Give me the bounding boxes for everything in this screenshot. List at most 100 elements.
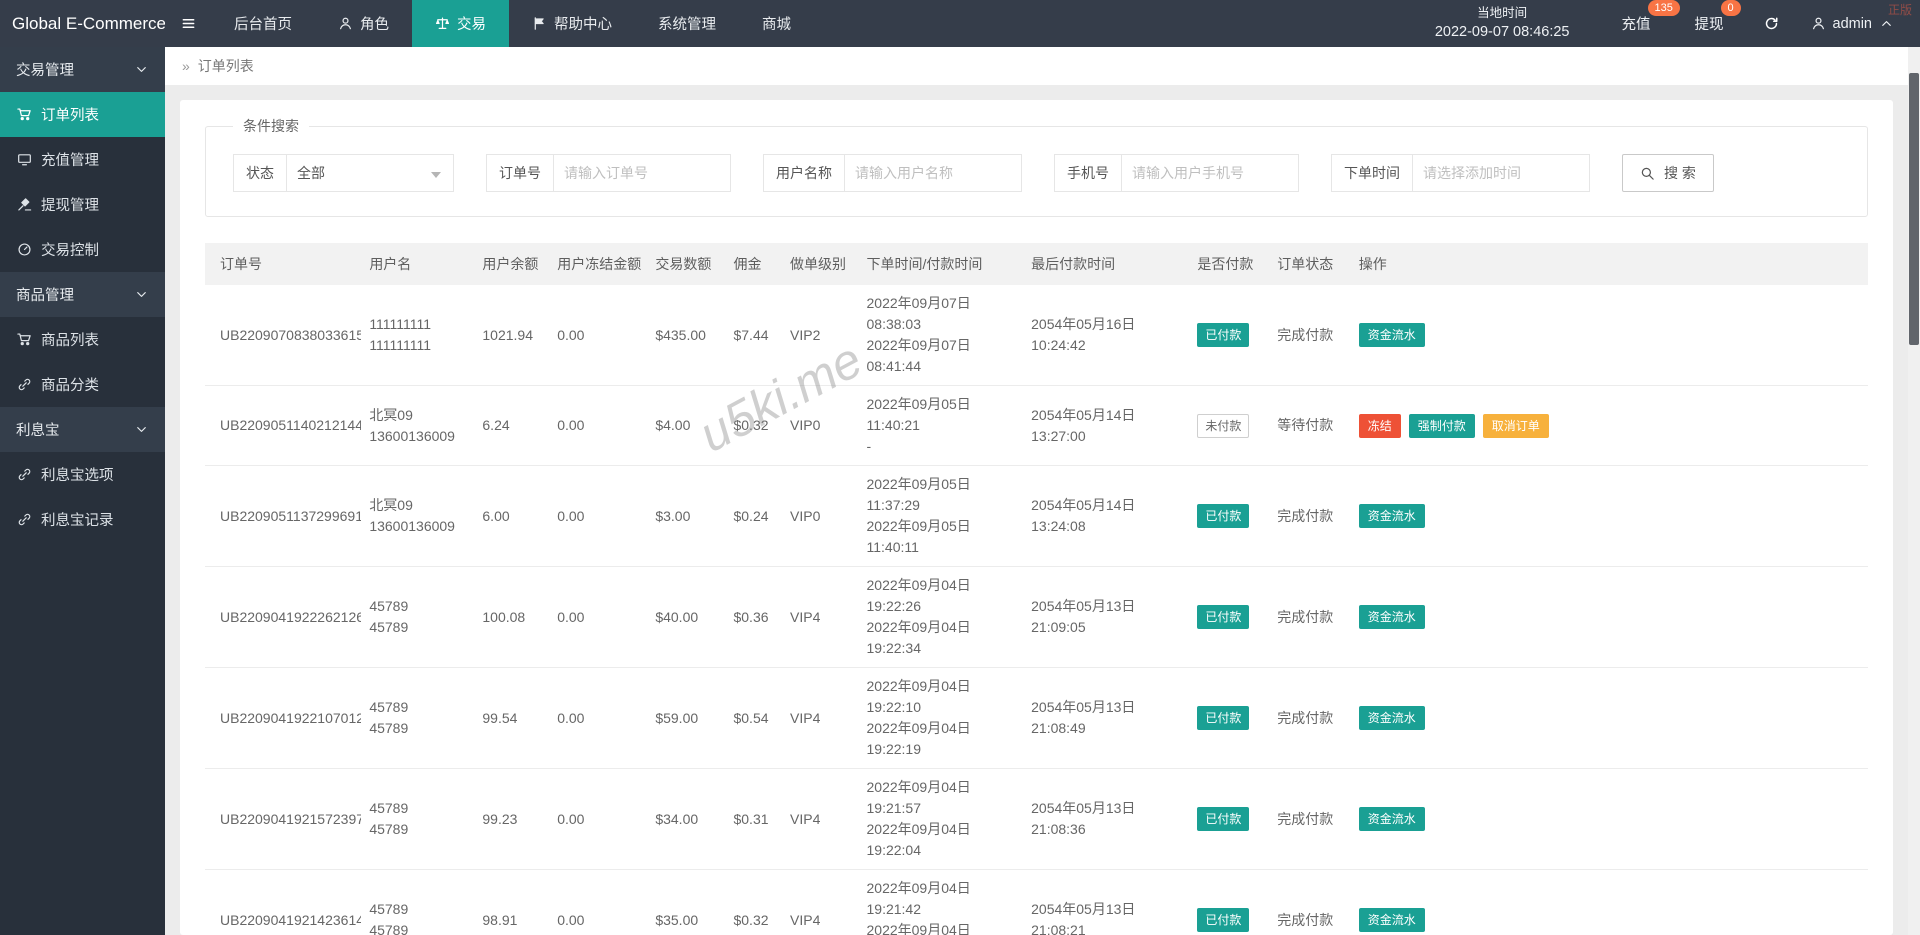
sidebar-toggle[interactable] [165,0,211,47]
status-label: 状态 [233,154,287,192]
gavel-icon [17,197,32,212]
sidebar-item-label: 商品分类 [41,378,99,394]
cell-order-no: UB2209041922262126 [205,566,362,668]
nav-item-label: 角色 [360,17,389,33]
sidebar-item-1-0[interactable]: 商品列表 [0,317,165,362]
cell-last-pay-time: 2054年05月13日 21:08:21 [1023,869,1190,935]
search-field-input[interactable] [1412,154,1590,192]
scrollbar-thumb[interactable] [1909,73,1919,345]
action-button[interactable]: 资金流水 [1358,504,1425,528]
cell-times: 2022年09月04日 19:22:26 2022年09月04日 19:22:34 [858,566,1024,668]
page-title: 订单列表 [197,58,254,74]
quick-action-label: 充值 [1621,17,1651,33]
status-select[interactable]: 全部 [286,154,454,192]
cell-frozen: 0.00 [549,869,648,935]
nav-item-label: 系统管理 [658,17,716,33]
table-row: UB2209041922262126 45789 45789 100.08 0.00 $4… [205,566,1868,668]
search-field-input[interactable] [1121,154,1299,192]
breadcrumb-separator: » [182,58,190,74]
nav-item-2[interactable]: 交易 [412,0,509,47]
sidebar-item-label: 利息宝选项 [41,468,114,484]
action-button[interactable]: 资金流水 [1358,807,1425,831]
cell-commission: $0.31 [725,768,783,870]
column-header: 订单号 [205,243,362,285]
sidebar-item-1-1[interactable]: 商品分类 [0,362,165,407]
nav-item-4[interactable]: 系统管理 [635,0,739,47]
nav-item-3[interactable]: 帮助中心 [509,0,635,47]
nav-item-0[interactable]: 后台首页 [211,0,315,47]
search-field-2: 手机号 [1054,154,1299,192]
cell-status: 完成付款 [1269,869,1351,935]
action-button[interactable]: 资金流水 [1358,605,1425,629]
action-button[interactable]: 取消订单 [1482,413,1549,438]
cell-level: VIP4 [782,768,859,870]
top-nav: 后台首页 角色 交易 帮助中心 系统管理 商城 [211,0,814,47]
link-icon [17,467,32,482]
sidebar-group-1[interactable]: 商品管理 [0,272,165,317]
quick-action-0[interactable]: 充值 135 [1621,0,1680,34]
paid-status-badge: 未付款 [1197,413,1250,438]
sidebar-group-2[interactable]: 利息宝 [0,407,165,452]
search-field-input[interactable] [844,154,1022,192]
quick-action-1[interactable]: 提现 0 [1694,0,1741,34]
action-button[interactable]: 资金流水 [1358,706,1425,730]
chevron-down-icon [431,172,441,178]
action-button[interactable]: 资金流水 [1358,323,1425,347]
action-button[interactable]: 资金流水 [1358,908,1425,932]
flag-icon [532,16,547,31]
nav-item-label: 帮助中心 [554,17,612,33]
nav-item-1[interactable]: 角色 [315,0,412,47]
cell-balance: 99.23 [474,768,550,870]
search-field-label: 订单号 [486,154,554,192]
sidebar-group-0[interactable]: 交易管理 [0,47,165,92]
sidebar-item-0-1[interactable]: 充值管理 [0,137,165,182]
cell-paid: 未付款 [1189,385,1270,466]
sidebar-item-2-1[interactable]: 利息宝记录 [0,497,165,542]
column-header: 订单状态 [1269,243,1351,285]
refresh-button[interactable] [1764,16,1779,31]
table-row: UB2209041921572397 45789 45789 99.23 0.00 $34… [205,768,1868,870]
cell-balance: 99.54 [474,667,550,769]
person-icon [338,16,353,31]
local-time-value: 2022-09-07 08:46:25 [1434,24,1570,41]
sidebar-item-label: 交易控制 [41,243,99,259]
sidebar-item-0-0[interactable]: 订单列表 [0,92,165,137]
cell-last-pay-time: 2054年05月13日 21:08:49 [1023,667,1190,769]
search-field-0: 订单号 [486,154,731,192]
sidebar-item-2-0[interactable]: 利息宝选项 [0,452,165,497]
table-row: UB2209070838033615 111111111 111111111 1021… [205,285,1868,386]
sidebar-item-label: 充值管理 [41,153,99,169]
search-field-input[interactable] [553,154,731,192]
sidebar-item-label: 商品列表 [41,333,99,349]
vertical-scrollbar[interactable] [1908,47,1920,935]
column-header: 用户余额 [474,243,550,285]
cell-amount: $59.00 [647,667,726,769]
nav-item-5[interactable]: 商城 [739,0,814,47]
search-button[interactable]: 搜 索 [1622,154,1714,192]
cell-paid: 已付款 [1189,285,1270,386]
chevron-down-icon [134,62,149,77]
action-button[interactable]: 强制付款 [1408,413,1475,438]
cell-commission: $0.32 [725,385,783,466]
table-row: UB2209051140212144 北冥09 13600136009 6.24 0.0… [205,385,1868,466]
cell-paid: 已付款 [1189,768,1270,870]
cell-balance: 6.24 [474,385,550,466]
action-button[interactable]: 冻结 [1358,413,1401,438]
monitor-icon [17,152,32,167]
quick-action-label: 提现 [1694,17,1724,33]
sidebar-item-0-2[interactable]: 提现管理 [0,182,165,227]
paid-status-badge: 已付款 [1197,504,1250,528]
cell-paid: 已付款 [1189,869,1270,935]
user-name: admin [1832,15,1873,32]
sidebar-item-label: 订单列表 [41,108,99,124]
sidebar-item-0-3[interactable]: 交易控制 [0,227,165,272]
cell-level: VIP0 [782,465,859,567]
search-panel: 条件搜索 状态 全部 订单号 用户名称 手机号 下单时间 搜 索 [205,116,1868,217]
sidebar-group-label: 利息宝 [16,423,60,439]
cell-frozen: 0.00 [549,667,648,769]
cell-user: 111111111 111111111 [361,285,475,386]
main-content: 条件搜索 状态 全部 订单号 用户名称 手机号 下单时间 搜 索 [165,85,1908,935]
quick-actions: 充值 135 提现 0 [1600,0,1746,34]
cell-user: 北冥09 13600136009 [361,465,475,567]
local-time: 当地时间 2022-09-07 08:46:25 [1435,4,1570,43]
